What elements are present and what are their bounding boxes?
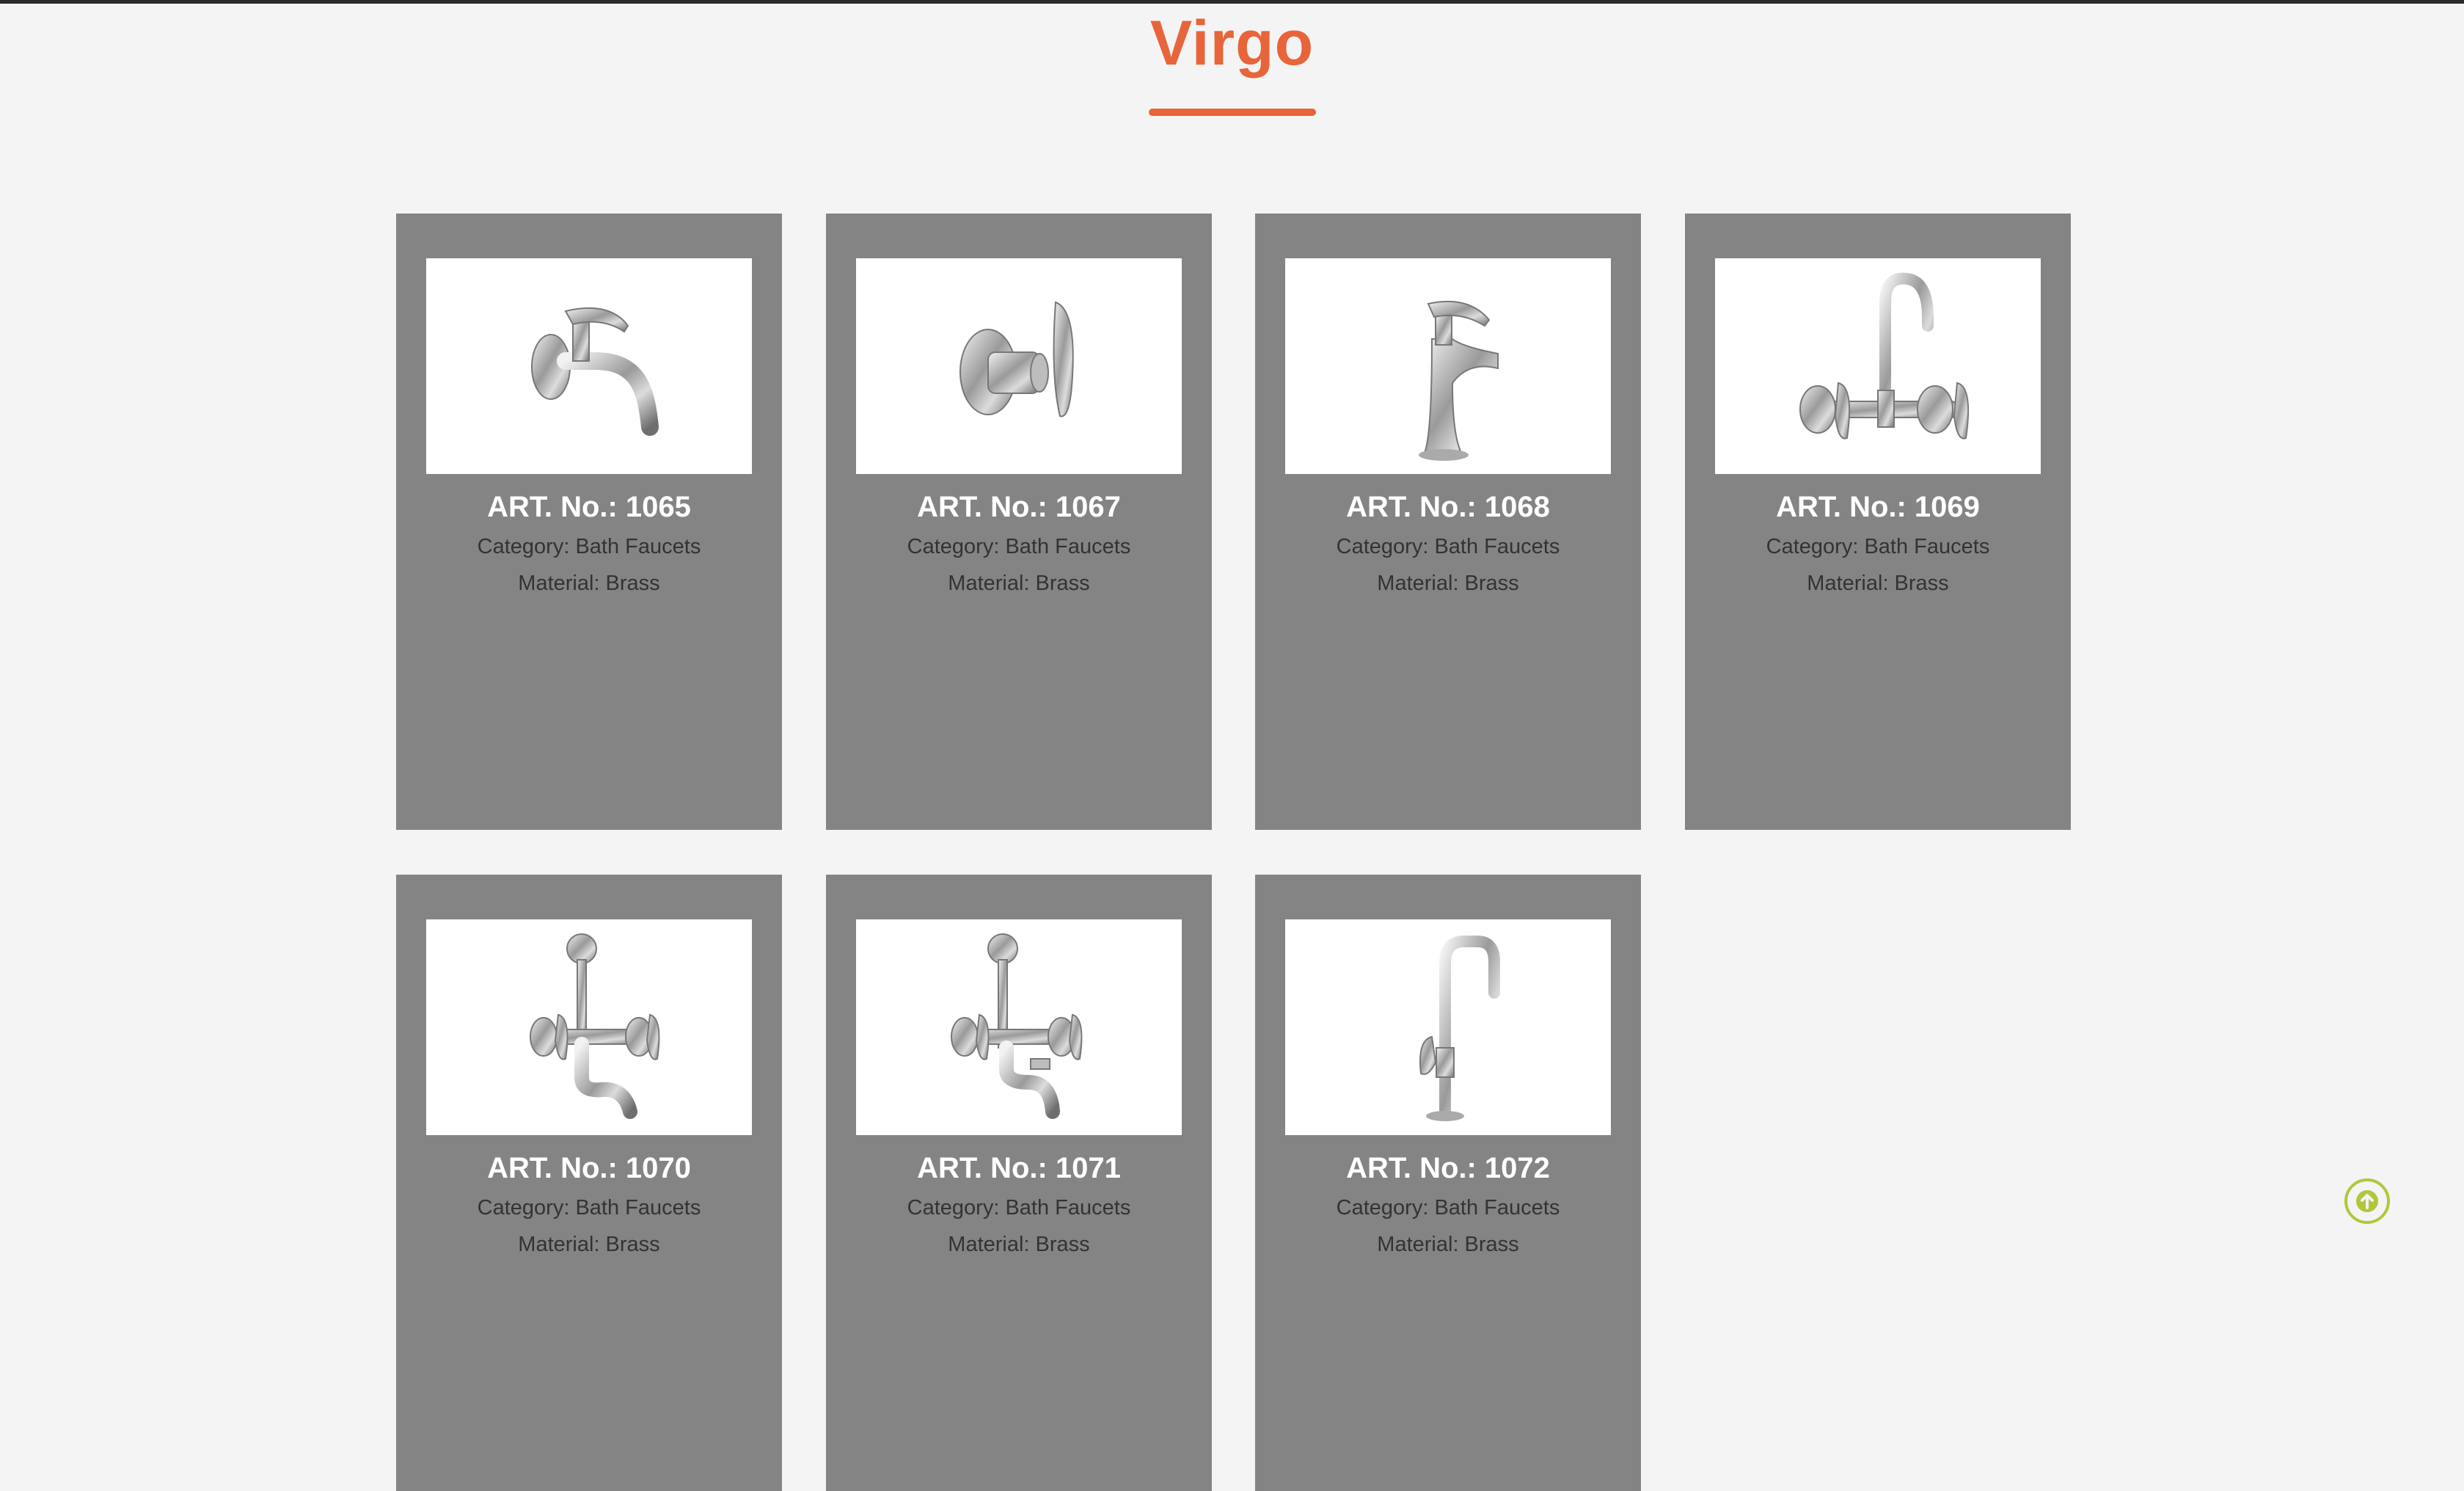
product-card[interactable]: ART. No.: 1067 Category: Bath Faucets Ma… [826, 214, 1212, 830]
wall-sink-mixer-icon[interactable] [1715, 258, 2041, 474]
top-border [0, 0, 2464, 4]
product-art-number[interactable]: ART. No.: 1071 [826, 1152, 1212, 1185]
bib-cock-faucet-icon[interactable] [426, 258, 752, 474]
wall-mixer-crutch-icon[interactable] [856, 919, 1182, 1135]
pillar-cock-faucet-icon[interactable] [1285, 258, 1611, 474]
wall-mixer-overhead-icon[interactable] [426, 919, 752, 1135]
product-art-number[interactable]: ART. No.: 1067 [826, 491, 1212, 524]
product-art-number[interactable]: ART. No.: 1069 [1685, 491, 2071, 524]
product-material: Material: Brass [948, 572, 1090, 595]
arrow-up-circle-icon [2356, 1190, 2378, 1212]
product-category: Category: Bath Faucets [477, 1196, 701, 1220]
title-underline [1149, 109, 1316, 116]
product-art-number[interactable]: ART. No.: 1070 [396, 1152, 782, 1185]
angle-valve-faucet-icon[interactable] [856, 258, 1182, 474]
product-material: Material: Brass [1377, 572, 1519, 595]
product-art-number[interactable]: ART. No.: 1072 [1255, 1152, 1641, 1185]
product-material: Material: Brass [948, 1233, 1090, 1256]
product-material: Material: Brass [1377, 1233, 1519, 1256]
product-card[interactable]: ART. No.: 1065 Category: Bath Faucets Ma… [396, 214, 782, 830]
product-category: Category: Bath Faucets [907, 1196, 1131, 1220]
product-category: Category: Bath Faucets [1336, 1196, 1560, 1220]
product-card[interactable]: ART. No.: 1071 Category: Bath Faucets Ma… [826, 875, 1212, 1491]
product-art-number[interactable]: ART. No.: 1068 [1255, 491, 1641, 524]
product-category: Category: Bath Faucets [1766, 535, 1990, 558]
product-category: Category: Bath Faucets [477, 535, 701, 558]
product-material: Material: Brass [1807, 572, 1949, 595]
product-card[interactable]: ART. No.: 1069 Category: Bath Faucets Ma… [1685, 214, 2071, 830]
page-title: Virgo [1149, 8, 1315, 79]
product-card[interactable]: ART. No.: 1068 Category: Bath Faucets Ma… [1255, 214, 1641, 830]
product-category: Category: Bath Faucets [1336, 535, 1560, 558]
product-card[interactable]: ART. No.: 1072 Category: Bath Faucets Ma… [1255, 875, 1641, 1491]
product-material: Material: Brass [518, 572, 660, 595]
sink-cock-swivel-icon[interactable] [1285, 919, 1611, 1135]
product-card[interactable]: ART. No.: 1070 Category: Bath Faucets Ma… [396, 875, 782, 1491]
scroll-to-top-button[interactable] [2344, 1178, 2390, 1224]
product-material: Material: Brass [518, 1233, 660, 1256]
product-art-number[interactable]: ART. No.: 1065 [396, 491, 782, 524]
product-category: Category: Bath Faucets [907, 535, 1131, 558]
